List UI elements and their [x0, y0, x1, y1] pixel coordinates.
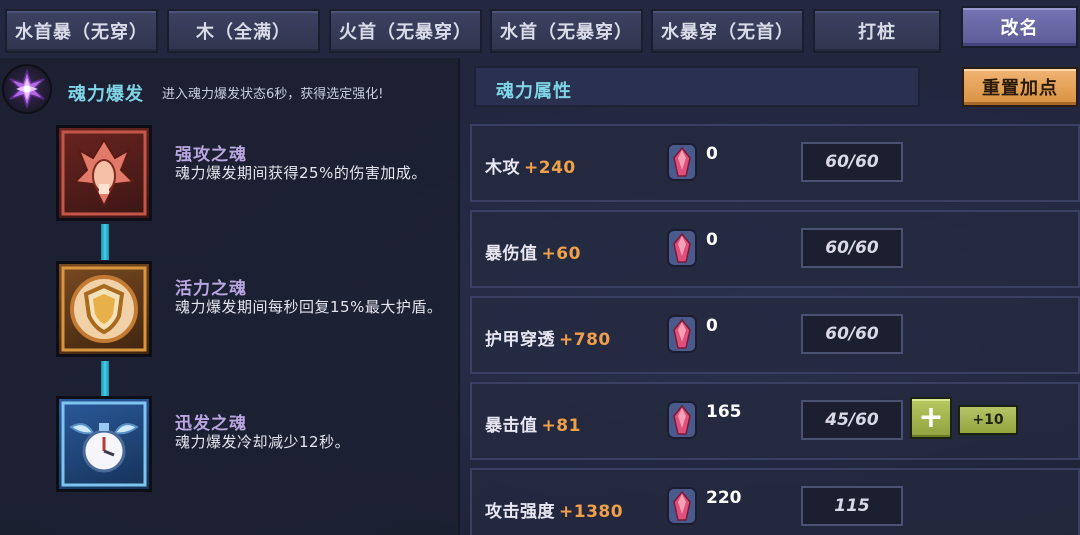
attributes-title: 魂力属性: [496, 81, 572, 102]
attribute-name: 木攻: [485, 158, 520, 178]
tab-preset-5[interactable]: 水暴穿（无首）: [651, 9, 804, 53]
skill-connector: [101, 361, 109, 397]
skill-name: 强攻之魂: [175, 145, 247, 165]
skill-name: 迅发之魂: [175, 414, 247, 434]
reset-points-button[interactable]: 重置加点: [962, 67, 1078, 107]
attribute-row: 护甲穿透 +780 0 60/60: [470, 296, 1080, 374]
red-fist-icon[interactable]: [56, 125, 152, 221]
add-point-button[interactable]: +: [910, 397, 952, 439]
attribute-value: 60/60: [801, 228, 903, 268]
preset-tab-bar: 水首暴（无穿） 木（全满） 火首（无暴穿） 水首（无暴穿） 水暴穿（无首） 打桩…: [0, 0, 1080, 55]
attribute-row: 暴击值 +81 165 45/60 + +10: [470, 382, 1080, 460]
stone-count: 0: [706, 316, 718, 336]
attribute-value: 115: [801, 486, 903, 526]
stone-count: 220: [706, 488, 742, 508]
tab-preset-6[interactable]: 打桩: [813, 9, 941, 53]
attribute-bonus: +240: [524, 158, 576, 178]
attribute-name: 暴伤值: [485, 244, 538, 264]
soul-burst-title: 魂力爆发: [68, 84, 144, 105]
attribute-name: 暴击值: [485, 416, 538, 436]
stone-count: 165: [706, 402, 742, 422]
attribute-value: 60/60: [801, 314, 903, 354]
attribute-value: 45/60: [801, 400, 903, 440]
stone-count: 0: [706, 144, 718, 164]
tab-preset-1[interactable]: 水首暴（无穿）: [5, 9, 158, 53]
soul-stone-icon: [667, 229, 697, 267]
attribute-label: 暴击值 +81: [485, 411, 581, 436]
attribute-value: 60/60: [801, 142, 903, 182]
attribute-bonus: +81: [541, 416, 581, 436]
skill-name: 活力之魂: [175, 279, 247, 299]
attribute-label: 攻击强度 +1380: [485, 497, 623, 522]
winged-clock-icon[interactable]: [56, 396, 152, 492]
soul-burst-panel: 魂力爆发 进入魂力爆发状态6秒，获得选定强化! 强攻之魂 魂力爆发期间获得25%…: [0, 58, 460, 535]
soul-stone-icon: [667, 143, 697, 181]
stone-count: 0: [706, 230, 718, 250]
attribute-label: 木攻 +240: [485, 153, 576, 178]
attribute-row: 暴伤值 +60 0 60/60: [470, 210, 1080, 288]
attribute-name: 护甲穿透: [485, 330, 555, 350]
golden-shield-icon[interactable]: [56, 261, 152, 357]
add-ten-points-button[interactable]: +10: [958, 405, 1018, 435]
attribute-row: 攻击强度 +1380 220 115: [470, 468, 1080, 535]
attributes-header: 魂力属性: [474, 66, 920, 107]
attribute-bonus: +60: [541, 244, 581, 264]
soul-stone-icon: [667, 315, 697, 353]
attribute-row: 木攻 +240 0 60/60: [470, 124, 1080, 202]
soul-burst-header: 魂力爆发 进入魂力爆发状态6秒，获得选定强化!: [0, 62, 460, 114]
rename-button[interactable]: 改名: [961, 6, 1078, 48]
attribute-bonus: +780: [559, 330, 611, 350]
skill-connector: [101, 224, 109, 260]
soul-burst-description: 进入魂力爆发状态6秒，获得选定强化!: [162, 87, 384, 102]
soul-stone-icon: [667, 401, 697, 439]
skill-description: 魂力爆发冷却减少12秒。: [175, 433, 351, 451]
attribute-label: 护甲穿透 +780: [485, 325, 611, 350]
skill-description: 魂力爆发期间每秒回复15%最大护盾。: [175, 298, 443, 316]
attribute-label: 暴伤值 +60: [485, 239, 581, 264]
tab-preset-4[interactable]: 水首（无暴穿）: [490, 9, 643, 53]
tab-preset-3[interactable]: 火首（无暴穿）: [329, 9, 482, 53]
attribute-name: 攻击强度: [485, 502, 555, 522]
tab-preset-2[interactable]: 木（全满）: [167, 9, 320, 53]
soul-stone-icon: [667, 487, 697, 525]
skill-description: 魂力爆发期间获得25%的伤害加成。: [175, 164, 427, 182]
attribute-bonus: +1380: [559, 502, 624, 522]
soul-burst-icon: [2, 64, 52, 114]
